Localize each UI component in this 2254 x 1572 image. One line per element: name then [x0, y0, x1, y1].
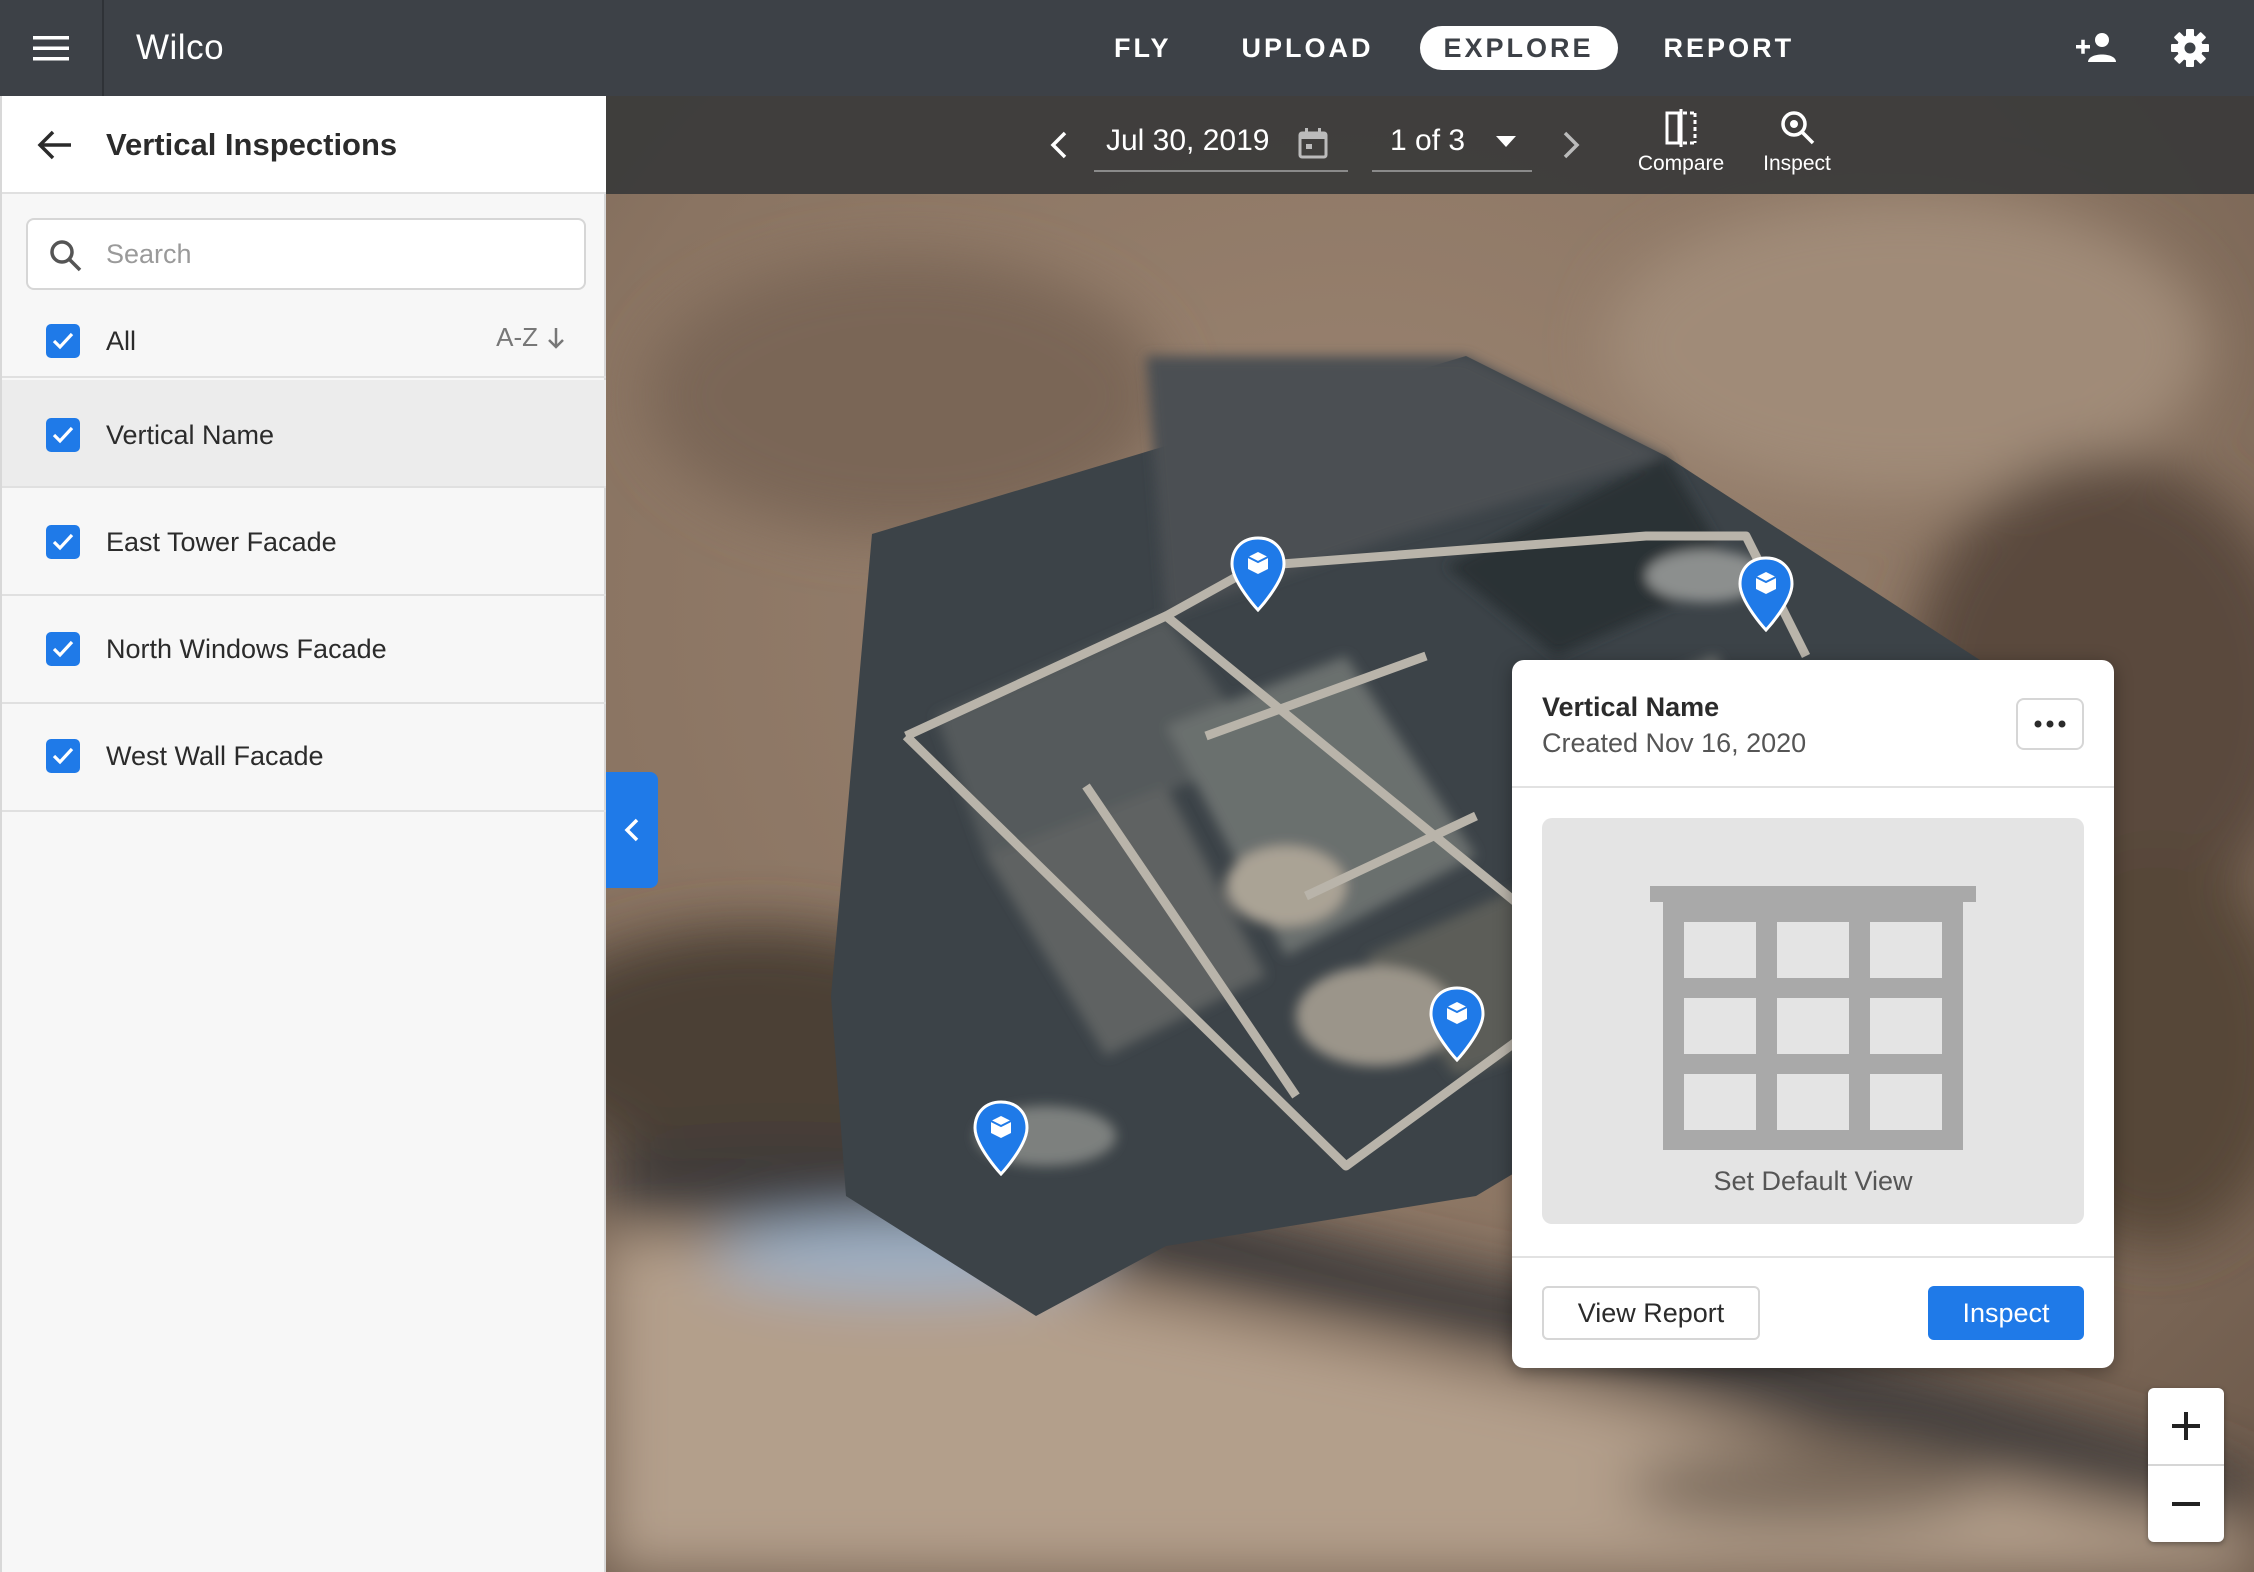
capture-index: 1 of 3 [1390, 124, 1466, 157]
main-nav: FLY UPLOAD EXPLORE REPORT [1090, 0, 1818, 96]
chevron-left-icon [624, 818, 639, 842]
check-icon [52, 332, 74, 350]
item-checkbox[interactable] [46, 739, 80, 773]
capture-select[interactable]: 1 of 3 [1372, 116, 1532, 172]
menu-button[interactable] [0, 0, 104, 96]
menu-icon [33, 36, 69, 61]
back-arrow-icon [37, 130, 71, 160]
zoom-in-button[interactable] [2148, 1388, 2224, 1464]
add-user-button[interactable] [2072, 22, 2124, 74]
list-item[interactable]: West Wall Facade [2, 704, 606, 812]
inspect-tool-label: Inspect [1763, 152, 1831, 175]
zoom-out-icon [2172, 1502, 2200, 1506]
map-pin-icon[interactable] [1428, 986, 1486, 1062]
inspect-magnifier-icon [1781, 111, 1815, 145]
previous-date-button[interactable] [1034, 120, 1084, 170]
dropdown-caret-icon [1496, 136, 1516, 147]
date-picker[interactable]: Jul 30, 2019 [1094, 116, 1348, 172]
sort-down-icon [548, 327, 564, 349]
inspect-tool-button[interactable]: Inspect [1742, 108, 1852, 188]
sidebar-title: Vertical Inspections [106, 127, 398, 162]
date-toolbar: Jul 30, 2019 1 of 3 Compare Inspect [606, 96, 2254, 194]
check-icon [52, 533, 74, 551]
building-icon [1650, 886, 1976, 1150]
collapse-sidebar-button[interactable] [606, 772, 658, 888]
sort-label: A-Z [496, 322, 538, 352]
default-view-preview[interactable]: Set Default View [1542, 818, 2084, 1224]
add-person-icon [2076, 33, 2116, 62]
chevron-left-icon [1050, 131, 1067, 159]
check-icon [52, 426, 74, 444]
top-app-bar: Wilco FLY UPLOAD EXPLORE REPORT [0, 0, 2254, 96]
more-horizontal-icon [2034, 720, 2066, 728]
search-input[interactable] [106, 220, 566, 288]
calendar-icon [1298, 128, 1328, 159]
list-item[interactable]: Vertical Name [2, 380, 606, 488]
item-checkbox[interactable] [46, 632, 80, 666]
search-field[interactable] [26, 218, 586, 290]
popup-header: Vertical Name Created Nov 16, 2020 [1512, 660, 2114, 788]
date-value: Jul 30, 2019 [1106, 124, 1270, 157]
inspection-popup: Vertical Name Created Nov 16, 2020 Set D… [1512, 660, 2114, 1368]
zoom-controls [2148, 1388, 2224, 1542]
map-pin-icon[interactable] [972, 1100, 1030, 1176]
list-item[interactable]: North Windows Facade [2, 596, 606, 704]
settings-button[interactable] [2164, 22, 2216, 74]
item-label: East Tower Facade [106, 527, 337, 557]
zoom-in-icon [2172, 1412, 2200, 1440]
select-all-row: All A-Z [2, 304, 606, 378]
nav-tab-upload[interactable]: UPLOAD [1218, 26, 1398, 70]
list-item[interactable]: East Tower Facade [2, 488, 606, 596]
nav-tab-fly[interactable]: FLY [1090, 26, 1196, 70]
chevron-right-icon [1563, 131, 1580, 159]
check-icon [52, 747, 74, 765]
select-all-checkbox[interactable] [46, 324, 80, 358]
item-checkbox[interactable] [46, 418, 80, 452]
nav-tab-explore[interactable]: EXPLORE [1419, 26, 1618, 70]
next-date-button[interactable] [1546, 120, 1596, 170]
compare-button[interactable]: Compare [1626, 108, 1736, 188]
item-label: Vertical Name [106, 420, 275, 450]
settings-icon [2171, 29, 2209, 67]
sort-control[interactable]: A-Z [496, 322, 566, 353]
view-report-button[interactable]: View Report [1542, 1286, 1760, 1340]
app-title: Wilco [136, 28, 225, 67]
item-label: West Wall Facade [106, 741, 324, 771]
zoom-out-button[interactable] [2148, 1466, 2224, 1542]
compare-label: Compare [1637, 152, 1725, 175]
popup-created-date: Created Nov 16, 2020 [1542, 728, 1807, 758]
map-pin-icon[interactable] [1737, 556, 1795, 632]
check-icon [52, 640, 74, 658]
set-default-view-label: Set Default View [1713, 1166, 1913, 1196]
back-button[interactable] [30, 120, 80, 170]
sidebar-header: Vertical Inspections [2, 96, 606, 194]
item-checkbox[interactable] [46, 525, 80, 559]
item-label: North Windows Facade [106, 634, 387, 664]
inspect-button[interactable]: Inspect [1928, 1286, 2084, 1340]
map-pin-icon[interactable] [1229, 536, 1287, 612]
more-options-button[interactable] [2016, 698, 2084, 750]
search-icon [50, 240, 82, 272]
nav-tab-report[interactable]: REPORT [1640, 26, 1819, 70]
popup-divider [1512, 1256, 2114, 1258]
sidebar: Vertical Inspections All A-Z Vertical Na… [0, 96, 606, 1572]
select-all-label: All [106, 326, 137, 356]
compare-icon [1665, 109, 1697, 147]
popup-title: Vertical Name [1542, 692, 1720, 722]
